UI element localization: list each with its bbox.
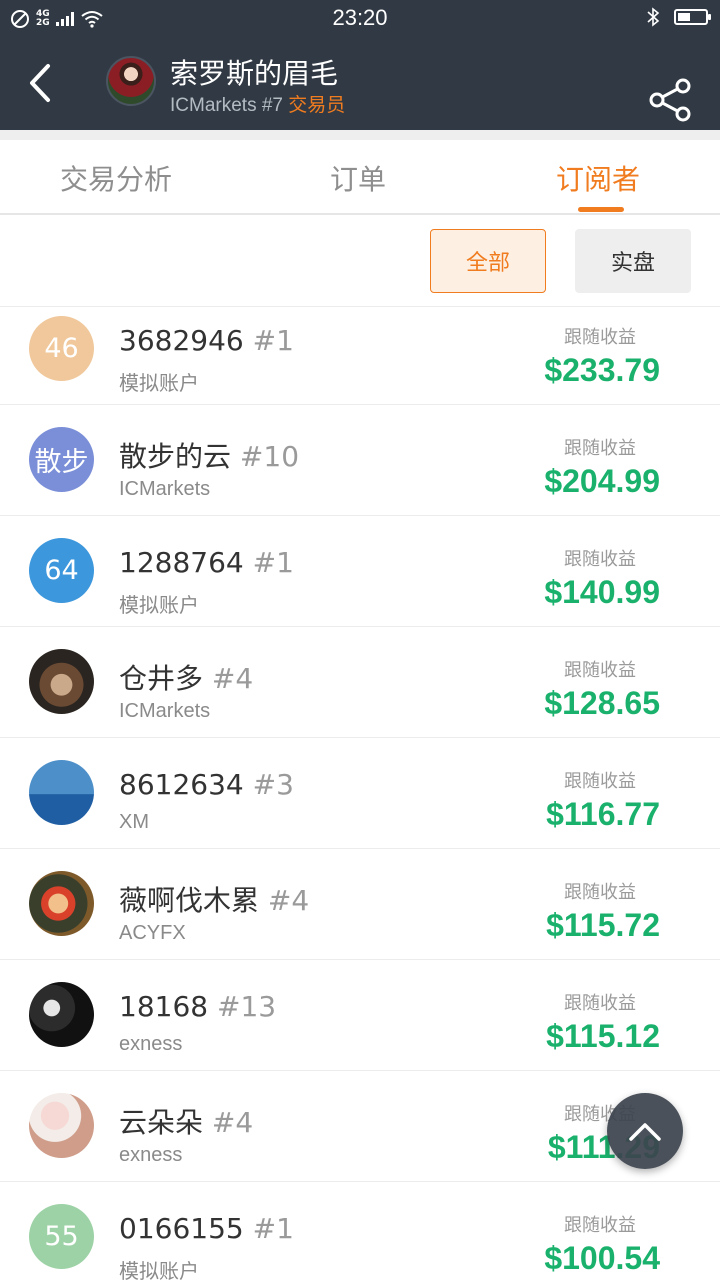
tab-orders[interactable]: 订单 xyxy=(330,158,386,198)
profit-value: $128.65 xyxy=(544,685,660,721)
filter-all-button[interactable]: 全部 xyxy=(430,229,546,293)
subscriber-name-text: 1288764 xyxy=(119,546,244,579)
profit-value: $100.54 xyxy=(544,1240,660,1276)
share-icon[interactable] xyxy=(646,76,694,124)
bluetooth-icon xyxy=(647,7,660,27)
subscriber-name: 云朵朵 #4 xyxy=(119,1101,253,1141)
subscriber-rank: #4 xyxy=(211,1106,254,1139)
subscriber-avatar xyxy=(29,760,94,825)
subscriber-broker: 模拟账户 xyxy=(119,1261,199,1280)
subscriber-avatar: 46 xyxy=(29,316,94,381)
subscriber-avatar: 64 xyxy=(29,538,94,603)
subscriber-row[interactable]: 薇啊伐木累 #4 ACYFX 跟随收益 $115.72 xyxy=(0,849,720,960)
subscriber-broker: ICMarkets xyxy=(119,478,211,500)
trader-header: 索罗斯的眉毛 ICMarkets #7 交易员 xyxy=(0,36,720,130)
subscriber-rank: #4 xyxy=(211,662,254,695)
header-divider xyxy=(0,130,720,140)
subscriber-rank: #1 xyxy=(252,1212,294,1245)
scroll-top-button[interactable] xyxy=(607,1093,683,1169)
profit-label: 跟随收益 xyxy=(564,993,636,1014)
trader-avatar[interactable] xyxy=(106,56,156,106)
profit-label: 跟随收益 xyxy=(564,1215,636,1236)
filter-real-button[interactable]: 实盘 xyxy=(575,229,691,293)
subscriber-name-text: 3682946 xyxy=(119,324,244,357)
tab-subscribers[interactable]: 订阅者 xyxy=(556,158,640,198)
subscriber-name: 1288764 #1 xyxy=(119,546,294,579)
subscriber-broker: 模拟账户 xyxy=(119,595,199,617)
subscriber-rank: #3 xyxy=(252,768,294,801)
subscriber-row[interactable]: 散步 散步的云 #10 ICMarkets 跟随收益 $204.99 xyxy=(0,405,720,516)
subscriber-rank: #1 xyxy=(252,546,294,579)
profit-value: $115.72 xyxy=(546,907,660,943)
subscriber-row[interactable]: 46 3682946 #1 模拟账户 跟随收益 $233.79 xyxy=(0,308,720,405)
subscriber-avatar xyxy=(29,1093,94,1158)
status-icons-right xyxy=(646,7,711,27)
subscriber-name-text: 仓井多 xyxy=(119,662,204,695)
battery-icon xyxy=(674,9,711,25)
profit-label: 跟随收益 xyxy=(564,882,636,903)
profit-label: 跟随收益 xyxy=(564,327,636,348)
subscriber-name-text: 18168 xyxy=(119,990,209,1023)
subscriber-name-text: 8612634 xyxy=(119,768,244,801)
profit-value: $233.79 xyxy=(544,352,660,388)
subscriber-name-text: 云朵朵 xyxy=(119,1106,204,1139)
subscriber-name-text: 0166155 xyxy=(119,1212,244,1245)
chevron-up-icon xyxy=(629,1123,661,1141)
subscriber-row[interactable]: 8612634 #3 XM 跟随收益 $116.77 xyxy=(0,738,720,849)
subscriber-row[interactable]: 仓井多 #4 ICMarkets 跟随收益 $128.65 xyxy=(0,627,720,738)
subscriber-rank: #13 xyxy=(216,990,277,1023)
profit-value: $116.77 xyxy=(546,796,660,832)
subscriber-broker: ACYFX xyxy=(119,922,186,944)
subscriber-avatar xyxy=(29,871,94,936)
trader-role: 交易员 xyxy=(288,95,346,116)
status-bar: 4G 2G 23:20 xyxy=(0,0,720,36)
profit-label: 跟随收益 xyxy=(564,549,636,570)
profit-label: 跟随收益 xyxy=(564,660,636,681)
subscriber-name: 18168 #13 xyxy=(119,990,276,1023)
clock: 23:20 xyxy=(332,5,388,30)
subscriber-broker: ICMarkets xyxy=(119,700,211,722)
subscriber-broker: exness xyxy=(119,1033,183,1055)
profit-label: 跟随收益 xyxy=(564,438,636,459)
profit-value: $204.99 xyxy=(544,463,660,499)
trader-name: 索罗斯的眉毛 xyxy=(170,57,339,90)
subscriber-rank: #1 xyxy=(252,324,294,357)
subscriber-rank: #4 xyxy=(267,884,310,917)
back-arrow-icon[interactable] xyxy=(22,60,62,106)
subscriber-name: 散步的云 #10 xyxy=(119,435,299,475)
subscriber-rank: #10 xyxy=(239,440,300,473)
active-tab-indicator xyxy=(578,207,624,212)
subscriber-name: 8612634 #3 xyxy=(119,768,294,801)
subscriber-name: 仓井多 #4 xyxy=(119,657,253,697)
subscriber-row[interactable]: 64 1288764 #1 模拟账户 跟随收益 $140.99 xyxy=(0,516,720,627)
subscriber-broker: exness xyxy=(119,1144,183,1166)
subscriber-avatar: 散步 xyxy=(29,427,94,492)
profit-label: 跟随收益 xyxy=(564,771,636,792)
subscriber-row[interactable]: 18168 #13 exness 跟随收益 $115.12 xyxy=(0,960,720,1071)
subscriber-avatar xyxy=(29,982,94,1047)
subscriber-avatar: 55 xyxy=(29,1204,94,1269)
trader-broker-rank: ICMarkets #7 xyxy=(170,95,283,116)
trader-subtitle: ICMarkets #7 交易员 xyxy=(170,90,345,117)
subscriber-name: 0166155 #1 xyxy=(119,1212,294,1245)
subscriber-name: 薇啊伐木累 #4 xyxy=(119,879,309,919)
profit-value: $140.99 xyxy=(544,574,660,610)
tab-trade-analysis[interactable]: 交易分析 xyxy=(60,158,172,198)
subscriber-name-text: 散步的云 xyxy=(119,440,232,473)
profit-value: $115.12 xyxy=(546,1018,660,1054)
subscriber-name-text: 薇啊伐木累 xyxy=(119,884,260,917)
tab-bar: 交易分析 订单 订阅者 xyxy=(0,140,720,215)
subscriber-row[interactable]: 55 0166155 #1 模拟账户 跟随收益 $100.54 xyxy=(0,1182,720,1280)
subscriber-broker: XM xyxy=(119,811,149,833)
subscriber-name: 3682946 #1 xyxy=(119,324,294,357)
subscriber-broker: 模拟账户 xyxy=(119,373,199,395)
subscriber-avatar xyxy=(29,649,94,714)
account-filter: 全部 实盘 xyxy=(0,215,720,307)
